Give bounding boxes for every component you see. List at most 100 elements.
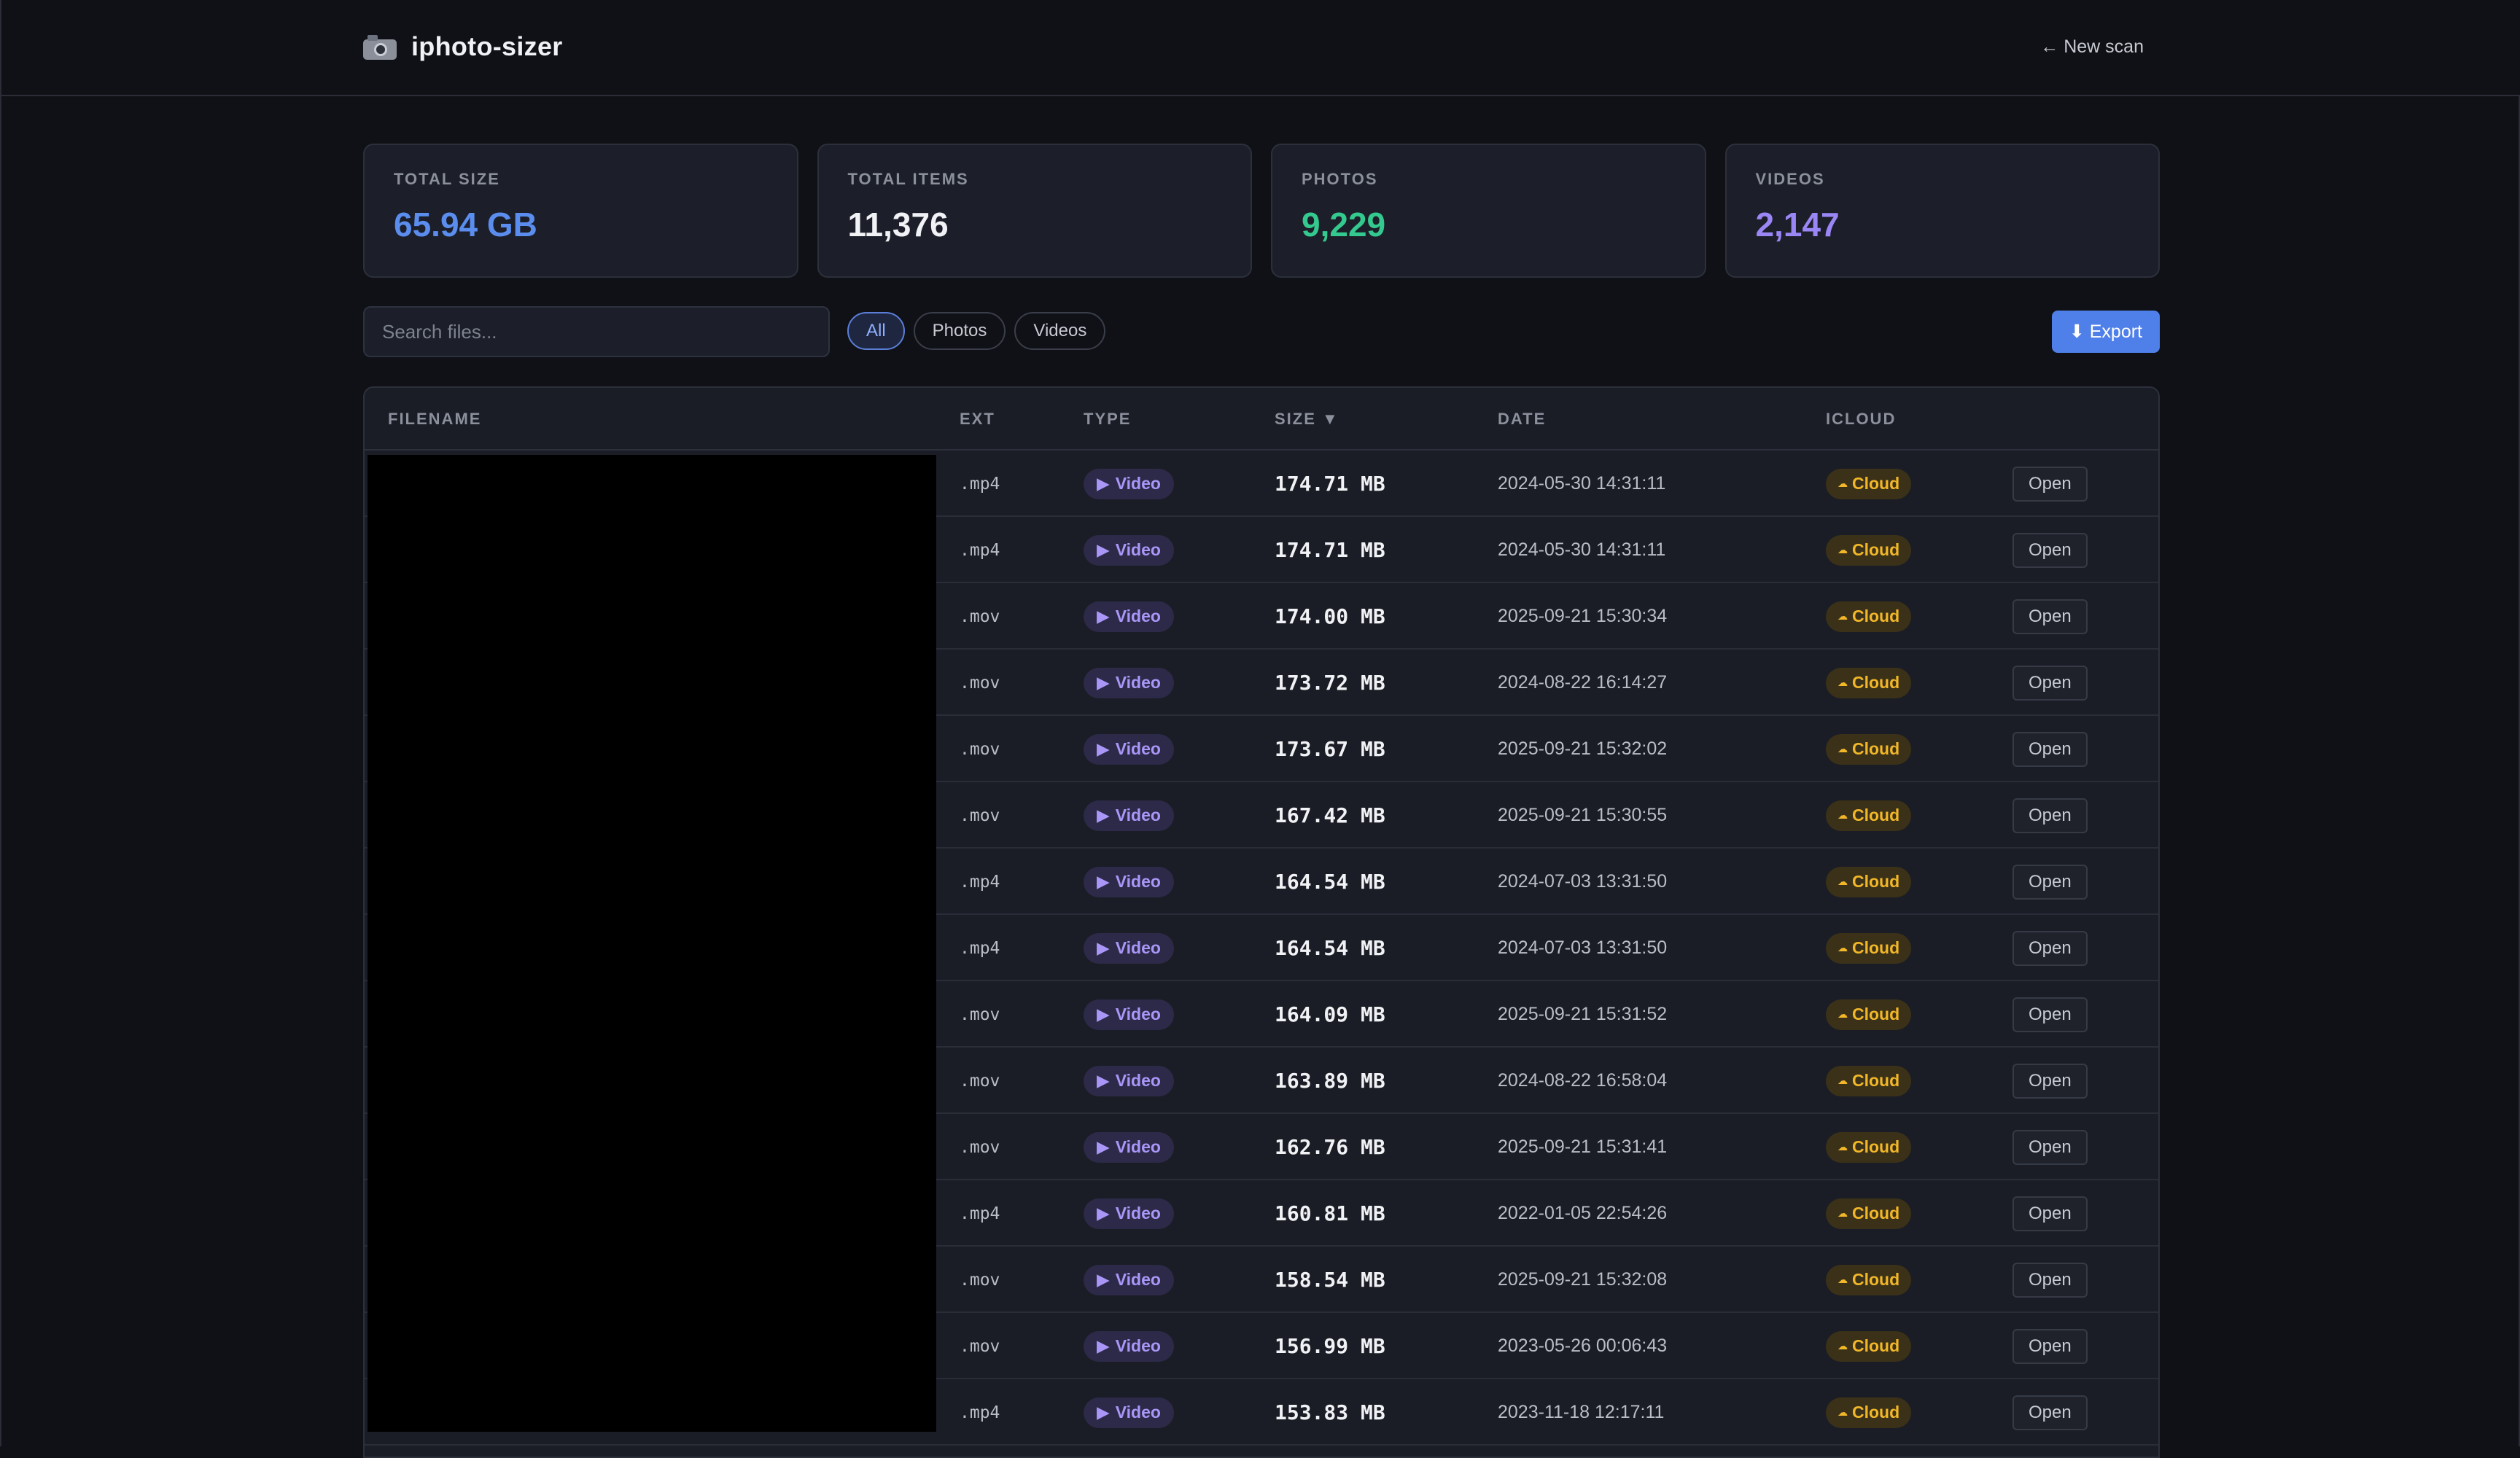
play-icon: ▶ bbox=[1097, 1270, 1110, 1289]
date-cell: 2025-09-21 15:31:52 bbox=[1498, 1004, 1668, 1024]
icloud-label: Cloud bbox=[1852, 474, 1900, 493]
open-button[interactable]: Open bbox=[2012, 1395, 2088, 1430]
files-table: FILENAME EXT TYPE SIZE ▼ DATE ICLOUD .mp… bbox=[363, 386, 2160, 1458]
cloud-icon: ☁ bbox=[1838, 544, 1848, 555]
icloud-badge: ☁ Cloud bbox=[1826, 667, 1912, 698]
type-badge: ▶ Video bbox=[1084, 1397, 1174, 1428]
open-button[interactable]: Open bbox=[2012, 997, 2088, 1032]
play-icon: ▶ bbox=[1097, 872, 1110, 891]
stat-label: VIDEOS bbox=[1755, 170, 1825, 188]
stat-label: TOTAL ITEMS bbox=[847, 170, 969, 188]
icloud-label: Cloud bbox=[1852, 1336, 1900, 1355]
open-button[interactable]: Open bbox=[2012, 1063, 2088, 1099]
size-cell: 174.00 MB bbox=[1275, 604, 1385, 628]
open-button[interactable]: Open bbox=[2012, 466, 2088, 502]
ext-cell: .mov bbox=[960, 1270, 1000, 1290]
play-icon: ▶ bbox=[1097, 739, 1110, 758]
type-badge: ▶ Video bbox=[1084, 534, 1174, 566]
type-badge: ▶ Video bbox=[1084, 733, 1174, 765]
icloud-badge: ☁ Cloud bbox=[1826, 999, 1912, 1030]
open-button[interactable]: Open bbox=[2012, 1328, 2088, 1364]
cloud-icon: ☁ bbox=[1838, 1075, 1848, 1086]
type-label: Video bbox=[1115, 607, 1161, 625]
size-cell: 158.54 MB bbox=[1275, 1268, 1385, 1292]
stat-total-items: TOTAL ITEMS 11,376 bbox=[817, 144, 1252, 278]
date-cell: 2025-09-21 15:30:34 bbox=[1498, 606, 1668, 626]
icloud-label: Cloud bbox=[1852, 872, 1900, 891]
ext-cell: .mov bbox=[960, 1336, 1000, 1356]
type-badge: ▶ Video bbox=[1084, 468, 1174, 499]
column-header-type[interactable]: TYPE bbox=[1084, 410, 1131, 429]
size-cell: 173.67 MB bbox=[1275, 737, 1385, 761]
icloud-label: Cloud bbox=[1852, 607, 1900, 625]
type-label: Video bbox=[1115, 806, 1161, 824]
search-input[interactable] bbox=[363, 306, 830, 357]
icloud-badge: ☁ Cloud bbox=[1826, 601, 1912, 632]
icloud-label: Cloud bbox=[1852, 1403, 1900, 1422]
ext-cell: .mov bbox=[960, 1005, 1000, 1024]
type-badge: ▶ Video bbox=[1084, 800, 1174, 831]
type-label: Video bbox=[1115, 938, 1161, 957]
top-bar: iphoto-sizer ← New scan bbox=[1, 0, 2520, 96]
filter-all-chip[interactable]: All bbox=[847, 312, 905, 350]
type-badge: ▶ Video bbox=[1084, 1198, 1174, 1229]
date-cell: 2024-05-30 14:31:11 bbox=[1498, 473, 1666, 494]
cloud-icon: ☁ bbox=[1838, 1207, 1848, 1219]
size-cell: 164.54 MB bbox=[1275, 870, 1385, 894]
size-cell: 153.83 MB bbox=[1275, 1400, 1385, 1424]
type-label: Video bbox=[1115, 1204, 1161, 1223]
play-icon: ▶ bbox=[1097, 1403, 1110, 1422]
open-button[interactable]: Open bbox=[2012, 1129, 2088, 1165]
stats-row: TOTAL SIZE 65.94 GB TOTAL ITEMS 11,376 P… bbox=[363, 144, 2160, 278]
new-scan-link[interactable]: ← New scan bbox=[2040, 32, 2144, 61]
app-window: iphoto-sizer ← New scan TOTAL SIZE 65.94… bbox=[0, 0, 2520, 1458]
cloud-icon: ☁ bbox=[1838, 942, 1848, 954]
open-button[interactable]: Open bbox=[2012, 1196, 2088, 1231]
type-badge: ▶ Video bbox=[1084, 601, 1174, 632]
export-button[interactable]: ⬇ Export bbox=[2051, 311, 2160, 353]
date-cell: 2023-11-18 12:17:11 bbox=[1498, 1402, 1665, 1422]
icloud-label: Cloud bbox=[1852, 1204, 1900, 1223]
date-cell: 2024-08-22 16:58:04 bbox=[1498, 1070, 1668, 1091]
open-button[interactable]: Open bbox=[2012, 798, 2088, 833]
open-button[interactable]: Open bbox=[2012, 665, 2088, 701]
ext-cell: .mov bbox=[960, 739, 1000, 759]
column-header-ext[interactable]: EXT bbox=[960, 410, 995, 429]
type-label: Video bbox=[1115, 1336, 1161, 1355]
ext-cell: .mov bbox=[960, 1071, 1000, 1091]
filter-photos-chip[interactable]: Photos bbox=[913, 312, 1006, 350]
open-button[interactable]: Open bbox=[2012, 599, 2088, 634]
type-badge: ▶ Video bbox=[1084, 1264, 1174, 1295]
column-header-icloud[interactable]: ICLOUD bbox=[1826, 410, 1896, 429]
icloud-label: Cloud bbox=[1852, 1137, 1900, 1156]
open-button[interactable]: Open bbox=[2012, 1262, 2088, 1298]
stat-videos: VIDEOS 2,147 bbox=[1724, 144, 2160, 278]
cloud-icon: ☁ bbox=[1838, 1340, 1848, 1352]
icloud-label: Cloud bbox=[1852, 938, 1900, 957]
type-badge: ▶ Video bbox=[1084, 932, 1174, 964]
open-button[interactable]: Open bbox=[2012, 864, 2088, 900]
column-header-filename[interactable]: FILENAME bbox=[388, 410, 481, 429]
filter-videos-chip[interactable]: Videos bbox=[1014, 312, 1106, 350]
filter-group: All Photos Videos bbox=[847, 312, 1106, 350]
icloud-label: Cloud bbox=[1852, 806, 1900, 824]
ext-cell: .mov bbox=[960, 806, 1000, 825]
column-header-size[interactable]: SIZE ▼ bbox=[1275, 410, 1339, 429]
open-button[interactable]: Open bbox=[2012, 930, 2088, 966]
type-label: Video bbox=[1115, 1403, 1161, 1422]
play-icon: ▶ bbox=[1097, 1137, 1110, 1156]
size-cell: 173.72 MB bbox=[1275, 671, 1385, 695]
date-cell: 2024-05-30 14:31:11 bbox=[1498, 539, 1666, 560]
cloud-icon: ☁ bbox=[1838, 1406, 1848, 1418]
open-button[interactable]: Open bbox=[2012, 532, 2088, 568]
cloud-icon: ☁ bbox=[1838, 610, 1848, 622]
type-badge: ▶ Video bbox=[1084, 999, 1174, 1030]
play-icon: ▶ bbox=[1097, 540, 1110, 559]
open-button[interactable]: Open bbox=[2012, 731, 2088, 767]
column-header-date[interactable]: DATE bbox=[1498, 410, 1546, 429]
ext-cell: .mp4 bbox=[960, 540, 1000, 560]
icloud-label: Cloud bbox=[1852, 673, 1900, 692]
type-label: Video bbox=[1115, 474, 1161, 493]
icloud-badge: ☁ Cloud bbox=[1826, 1330, 1912, 1362]
ext-cell: .mp4 bbox=[960, 1204, 1000, 1223]
